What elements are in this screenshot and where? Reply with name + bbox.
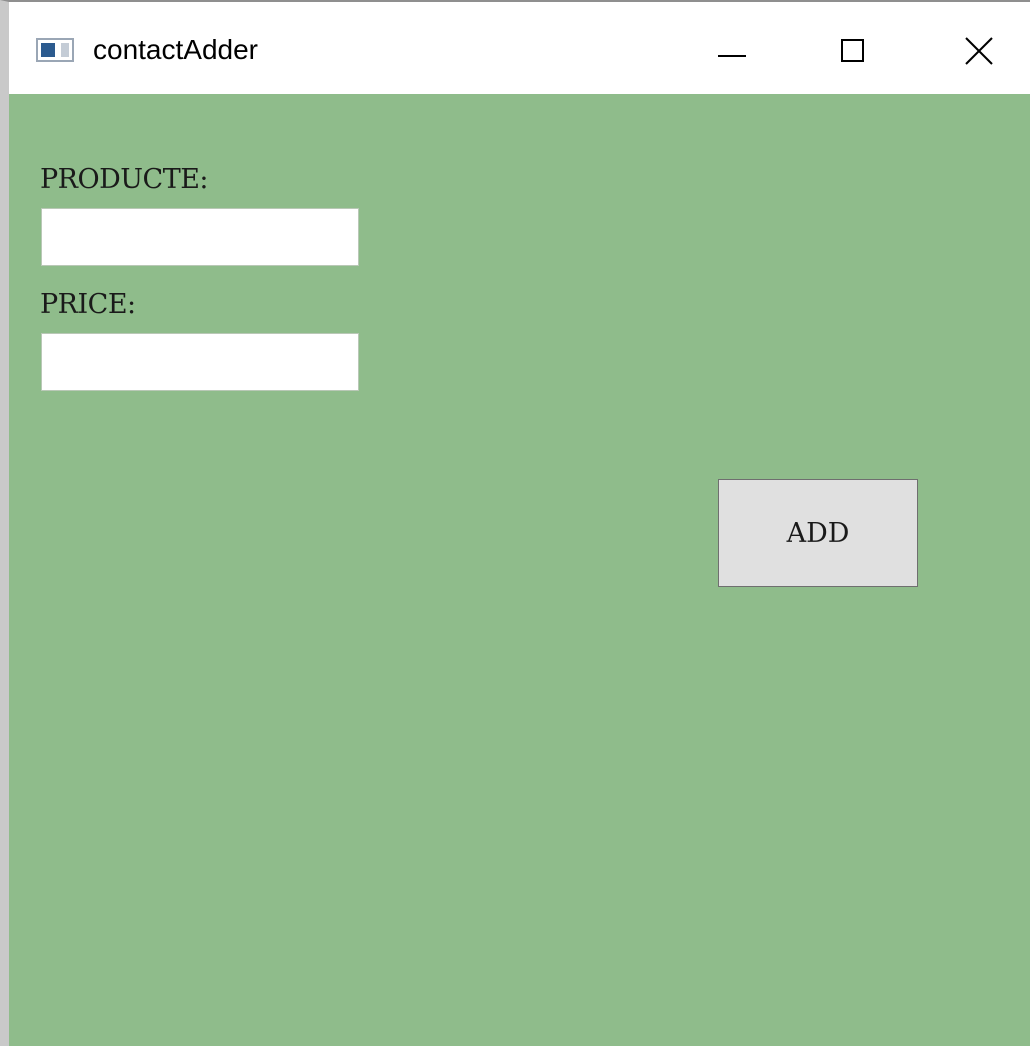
close-button[interactable] [920, 4, 1030, 94]
minimize-icon [718, 55, 746, 57]
price-input[interactable] [41, 333, 359, 391]
app-icon-pane [41, 43, 55, 57]
price-label: PRICE: [40, 289, 136, 320]
maximize-icon [841, 39, 864, 62]
add-button[interactable]: ADD [718, 479, 918, 587]
app-window-icon[interactable] [36, 38, 74, 62]
form-panel: PRODUCTE: PRICE: ADD [9, 94, 1030, 1046]
app-window: contactAdder PRODUCTE: PRICE: ADD [0, 0, 1030, 1046]
title-bar[interactable]: contactAdder [9, 2, 1030, 94]
close-icon [965, 37, 993, 65]
minimize-button[interactable] [673, 4, 783, 94]
product-input[interactable] [41, 208, 359, 266]
app-icon-strip [61, 43, 69, 57]
product-label: PRODUCTE: [40, 164, 209, 195]
maximize-button[interactable] [795, 4, 905, 94]
window-title: contactAdder [93, 34, 258, 65]
